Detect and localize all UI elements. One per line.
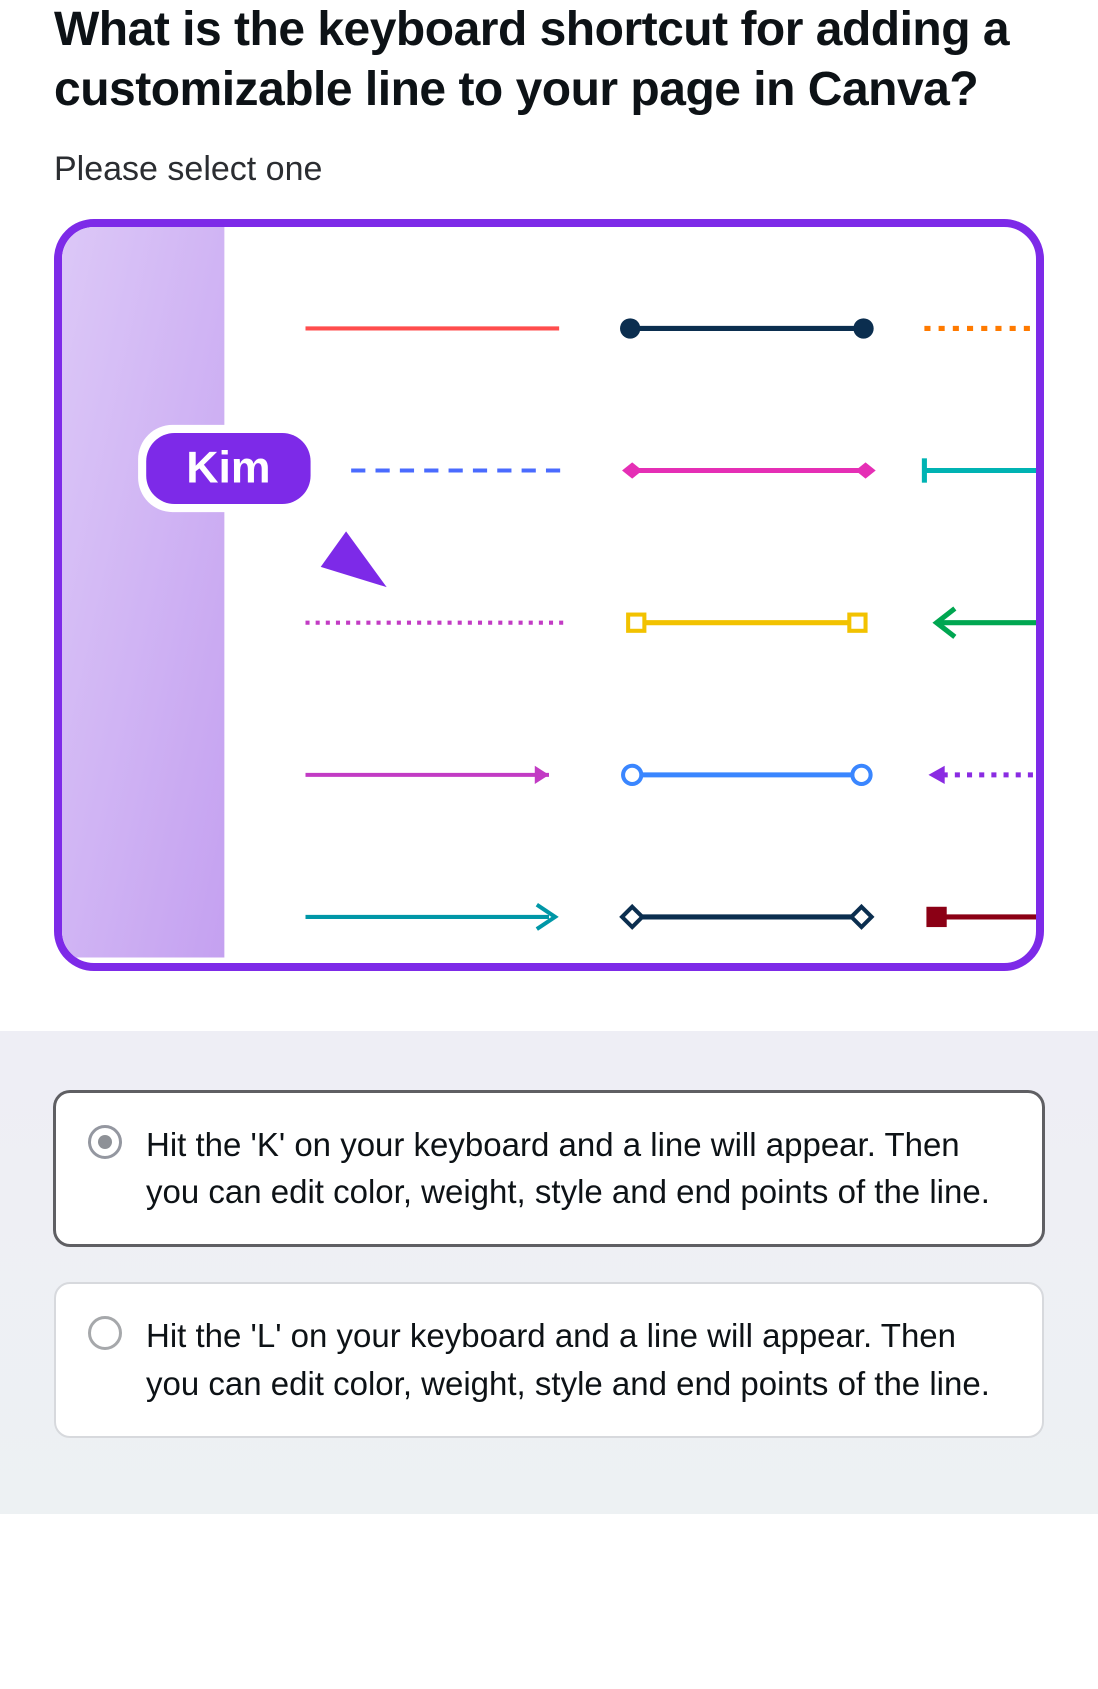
illustration-frame: Kim <box>54 219 1044 971</box>
radio-icon <box>88 1316 122 1350</box>
line-sample <box>622 907 872 927</box>
line-sample <box>937 608 1036 636</box>
answer-option-0[interactable]: Hit the 'K' on your keyboard and a line … <box>54 1091 1044 1247</box>
question-title: What is the keyboard shortcut for adding… <box>54 0 1044 120</box>
radio-icon <box>88 1125 122 1159</box>
line-sample <box>306 766 550 784</box>
line-sample <box>623 766 871 784</box>
answer-text: Hit the 'L' on your keyboard and a line … <box>146 1312 1010 1408</box>
answers-section: Hit the 'K' on your keyboard and a line … <box>0 1031 1098 1514</box>
question-instruction: Please select one <box>54 150 1044 189</box>
line-sample <box>620 318 874 338</box>
lines-illustration: Kim <box>62 227 1036 958</box>
answer-text: Hit the 'K' on your keyboard and a line … <box>146 1121 1010 1217</box>
line-sample <box>622 462 876 478</box>
line-sample <box>926 907 1036 927</box>
answer-option-1[interactable]: Hit the 'L' on your keyboard and a line … <box>54 1282 1044 1438</box>
line-sample <box>628 615 865 631</box>
line-sample <box>924 458 1036 482</box>
line-sample <box>928 766 1036 784</box>
collaborator-name: Kim <box>186 444 270 493</box>
cursor-icon <box>321 531 387 587</box>
line-sample <box>306 905 556 929</box>
